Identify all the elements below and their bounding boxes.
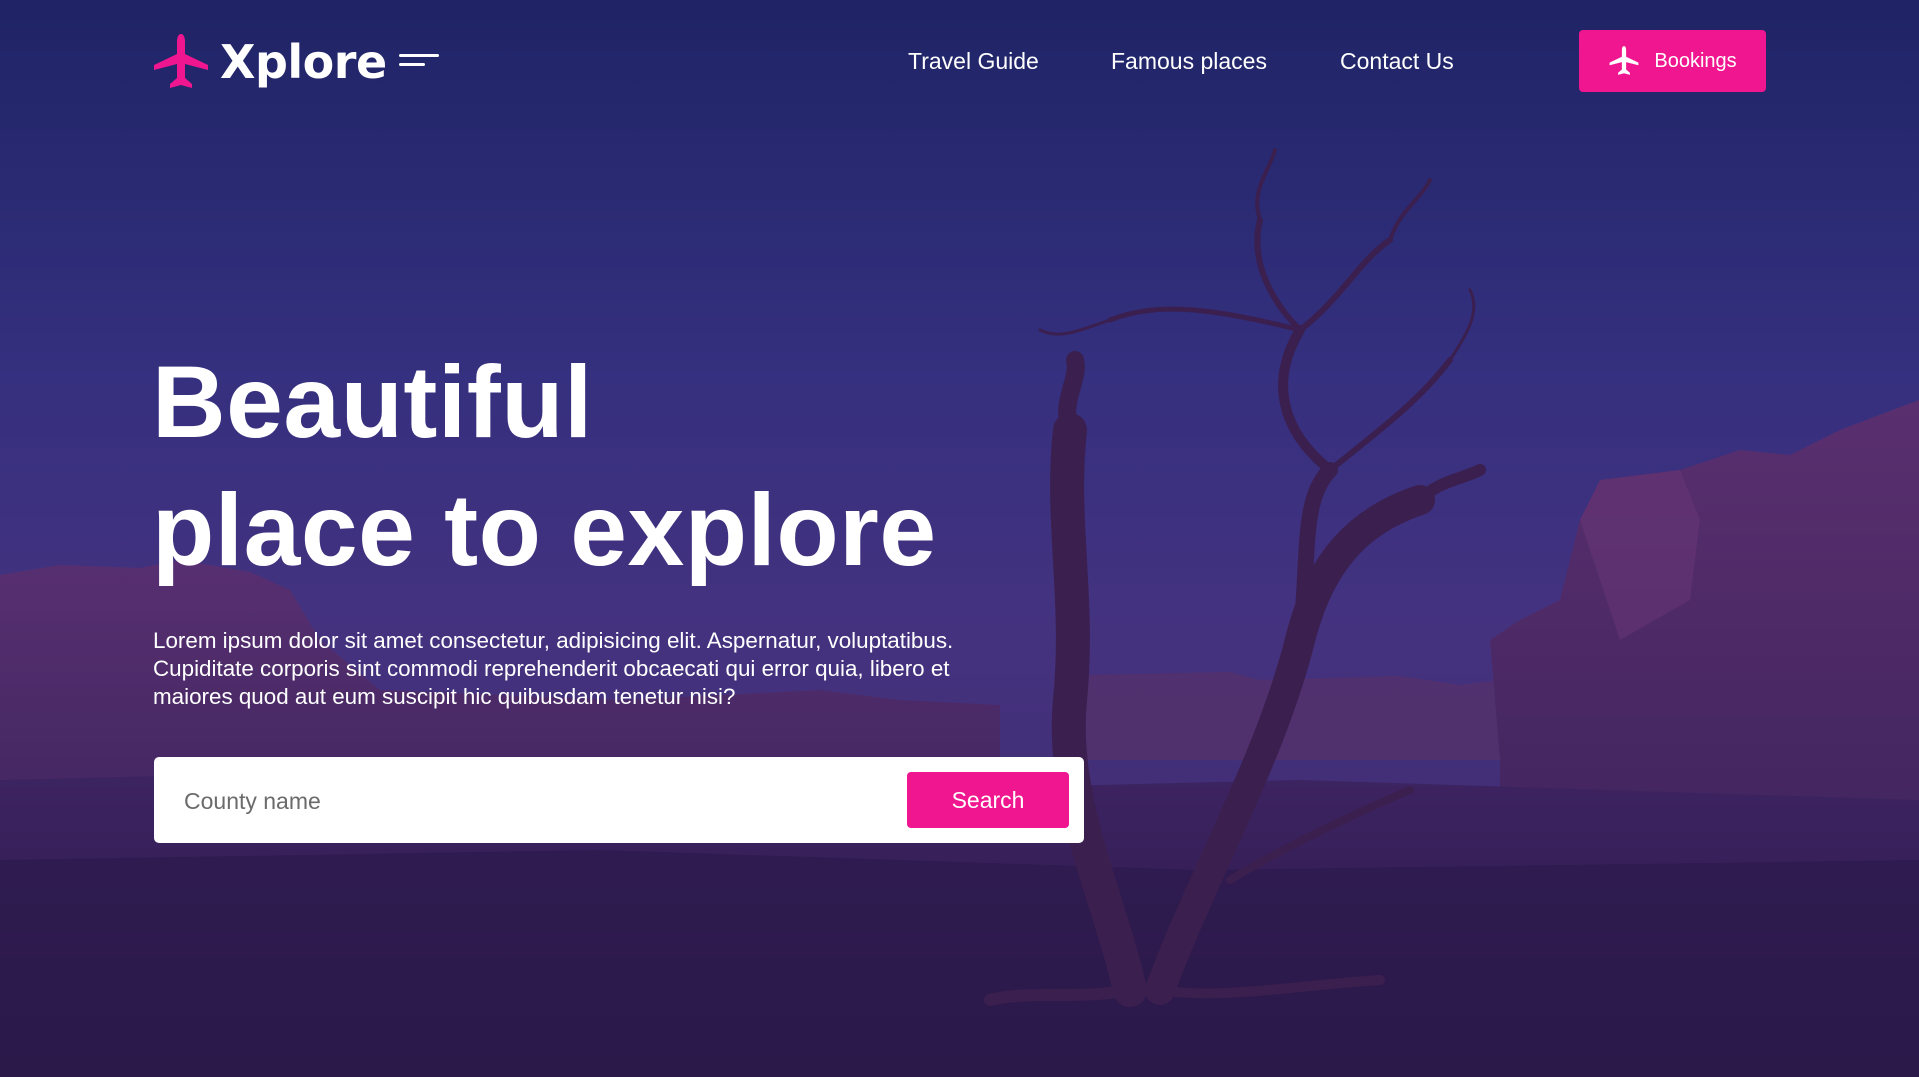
county-search-input[interactable] — [182, 777, 886, 825]
nav-link-travel-guide[interactable]: Travel Guide — [908, 46, 1039, 76]
brand-name: Xplore — [220, 35, 387, 89]
menu-lines-icon[interactable] — [398, 53, 439, 71]
search-bar: Search — [154, 757, 1084, 843]
brand-logo[interactable]: Xplore — [152, 32, 439, 92]
airplane-icon — [1609, 46, 1639, 75]
hero-section: Xplore Travel Guide Famous places Contac… — [0, 0, 1919, 1077]
search-button[interactable]: Search — [907, 772, 1069, 828]
bookings-button-label: Bookings — [1654, 50, 1737, 72]
nav-link-contact-us[interactable]: Contact Us — [1340, 46, 1454, 76]
top-navigation: Xplore Travel Guide Famous places Contac… — [0, 0, 1919, 122]
hero-headline-line-1: Beautiful — [152, 345, 593, 459]
nav-link-famous-places[interactable]: Famous places — [1111, 46, 1267, 76]
hero-headline-line-2: place to explore — [152, 473, 937, 587]
hero-headline: Beautiful place to explore — [152, 338, 937, 594]
hero-description: Lorem ipsum dolor sit amet consectetur, … — [153, 628, 954, 709]
airplane-icon — [154, 34, 208, 88]
bookings-button[interactable]: Bookings — [1579, 30, 1766, 92]
